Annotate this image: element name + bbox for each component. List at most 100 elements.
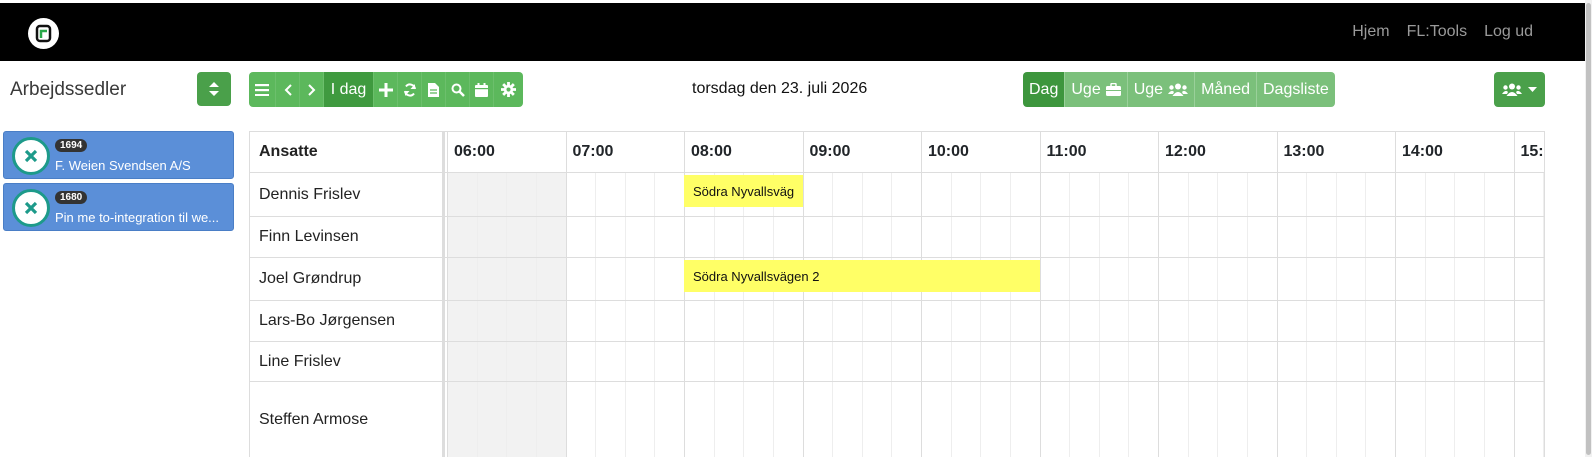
page-scrollbar[interactable] <box>1585 0 1592 457</box>
time-slot[interactable] <box>1276 382 1307 457</box>
time-slot[interactable] <box>565 301 596 341</box>
time-slot[interactable] <box>1306 173 1336 216</box>
time-slot[interactable] <box>1306 342 1336 381</box>
time-slot[interactable] <box>1039 382 1070 457</box>
time-slot[interactable] <box>476 342 507 381</box>
time-slot[interactable] <box>1276 258 1307 300</box>
time-slot[interactable] <box>921 342 951 381</box>
view-month-button[interactable]: Måned <box>1195 72 1257 107</box>
time-slot[interactable] <box>950 173 981 216</box>
time-slot[interactable] <box>1217 342 1247 381</box>
time-slot[interactable] <box>447 382 477 457</box>
time-slot[interactable] <box>654 217 684 257</box>
time-slot[interactable] <box>624 382 655 457</box>
remove-card-button[interactable] <box>12 137 50 175</box>
time-slot[interactable] <box>1513 217 1544 257</box>
time-slot[interactable] <box>1158 217 1188 257</box>
time-slot[interactable] <box>1158 258 1188 300</box>
next-button[interactable] <box>300 72 324 107</box>
time-slot[interactable] <box>713 301 744 341</box>
time-slot[interactable] <box>713 382 744 457</box>
time-slot[interactable] <box>861 301 892 341</box>
time-slot[interactable] <box>1513 342 1544 381</box>
time-slot[interactable] <box>1039 342 1070 381</box>
time-slot[interactable] <box>565 258 596 300</box>
time-slot[interactable] <box>1513 258 1544 300</box>
time-slot[interactable] <box>1128 301 1158 341</box>
time-slot[interactable] <box>891 382 921 457</box>
nav-link-hjem[interactable]: Hjem <box>1352 23 1389 41</box>
time-slot[interactable] <box>654 301 684 341</box>
time-slot[interactable] <box>1069 382 1099 457</box>
time-slot[interactable] <box>447 258 477 300</box>
time-slot[interactable] <box>891 301 921 341</box>
time-slot[interactable] <box>861 217 892 257</box>
app-logo-icon[interactable] <box>28 18 59 49</box>
time-slot[interactable] <box>476 173 507 216</box>
time-slot[interactable] <box>1069 173 1099 216</box>
time-slot[interactable] <box>506 301 536 341</box>
time-slot[interactable] <box>476 382 507 457</box>
time-slot[interactable] <box>861 173 892 216</box>
time-slot[interactable] <box>1543 382 1544 457</box>
time-slot[interactable] <box>595 301 625 341</box>
refresh-button[interactable] <box>398 72 422 107</box>
nav-link-logud[interactable]: Log ud <box>1484 23 1533 41</box>
time-slot[interactable] <box>1276 342 1307 381</box>
time-slot[interactable] <box>1009 301 1040 341</box>
time-slot[interactable] <box>921 217 951 257</box>
time-slot[interactable] <box>1158 382 1188 457</box>
time-slot[interactable] <box>921 173 951 216</box>
sort-toggle-button[interactable] <box>197 72 231 106</box>
time-slot[interactable] <box>447 342 477 381</box>
time-slot[interactable] <box>1483 342 1514 381</box>
time-slot[interactable] <box>891 173 921 216</box>
time-slot[interactable] <box>980 301 1010 341</box>
time-slot[interactable] <box>1335 301 1366 341</box>
time-slot[interactable] <box>1069 258 1099 300</box>
time-slot[interactable] <box>1158 342 1188 381</box>
time-slot[interactable] <box>1395 382 1425 457</box>
time-slot[interactable] <box>506 217 536 257</box>
time-slot[interactable] <box>654 173 684 216</box>
time-slot[interactable] <box>595 173 625 216</box>
time-slot[interactable] <box>1306 258 1336 300</box>
time-slot[interactable] <box>1424 382 1455 457</box>
time-slot[interactable] <box>684 382 714 457</box>
time-slot[interactable] <box>1365 258 1395 300</box>
time-slot[interactable] <box>802 342 833 381</box>
time-slot[interactable] <box>1098 342 1129 381</box>
time-slot[interactable] <box>743 382 773 457</box>
time-slot[interactable] <box>1306 301 1336 341</box>
time-slot[interactable] <box>1276 173 1307 216</box>
time-slot[interactable] <box>1069 301 1099 341</box>
time-slot[interactable] <box>565 342 596 381</box>
time-slot[interactable] <box>535 342 566 381</box>
time-slot[interactable] <box>595 382 625 457</box>
nav-link-fltools[interactable]: FL:Tools <box>1407 23 1467 41</box>
time-slot[interactable] <box>565 173 596 216</box>
time-slot[interactable] <box>595 217 625 257</box>
time-slot[interactable] <box>1009 173 1040 216</box>
time-slot[interactable] <box>1513 382 1544 457</box>
time-slot[interactable] <box>1246 173 1277 216</box>
time-slot[interactable] <box>861 382 892 457</box>
time-slot[interactable] <box>1128 173 1158 216</box>
time-slot[interactable] <box>1069 342 1099 381</box>
time-slot[interactable] <box>1365 301 1395 341</box>
time-slot[interactable] <box>1187 342 1218 381</box>
time-slot[interactable] <box>1365 342 1395 381</box>
time-slot[interactable] <box>1276 301 1307 341</box>
calendar-button[interactable] <box>470 72 494 107</box>
time-slot[interactable] <box>1335 217 1366 257</box>
time-slot[interactable] <box>1424 301 1455 341</box>
time-slot[interactable] <box>861 342 892 381</box>
time-slot[interactable] <box>1187 173 1218 216</box>
time-slot[interactable] <box>476 258 507 300</box>
time-slot[interactable] <box>1395 301 1425 341</box>
time-slot[interactable] <box>743 342 773 381</box>
time-slot[interactable] <box>832 382 862 457</box>
time-slot[interactable] <box>1009 342 1040 381</box>
time-slot[interactable] <box>1187 258 1218 300</box>
time-slot[interactable] <box>980 217 1010 257</box>
